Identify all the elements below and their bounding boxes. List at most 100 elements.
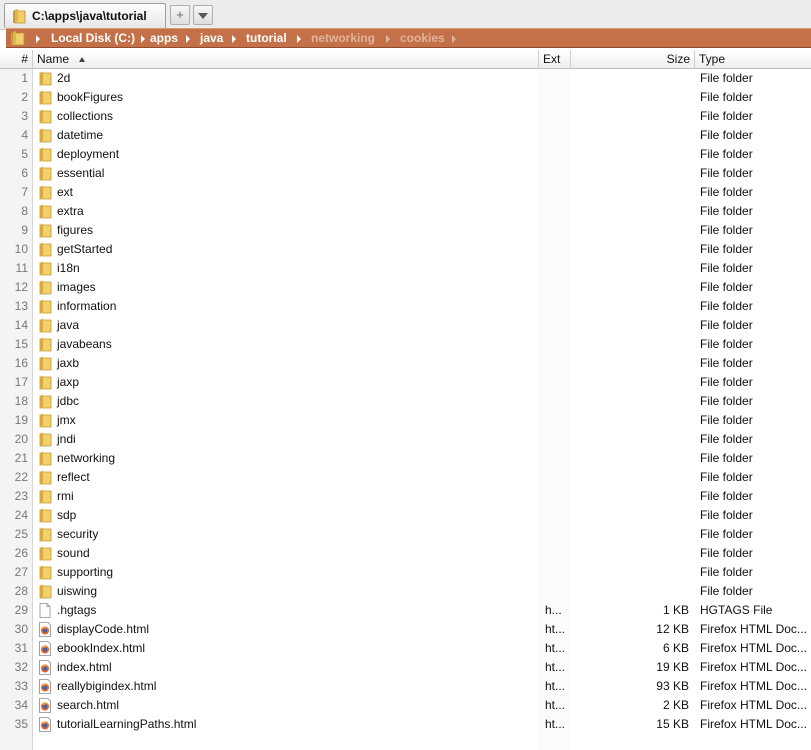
file-name[interactable]: images xyxy=(57,278,96,297)
table-row[interactable]: 26 sound File folder xyxy=(0,544,811,563)
column-header-ext[interactable]: Ext xyxy=(539,50,571,69)
table-row[interactable]: 35 tutorialLearningPaths.html ht... 15 KB Fi… xyxy=(0,715,811,734)
table-row[interactable]: 28 uiswing File folder xyxy=(0,582,811,601)
table-row[interactable]: 16 jaxb File folder xyxy=(0,354,811,373)
breadcrumb-separator-icon[interactable] xyxy=(452,35,456,43)
table-row[interactable]: 8 extra File folder xyxy=(0,202,811,221)
table-row[interactable]: 1 2d File folder xyxy=(0,69,811,88)
file-name[interactable]: ext xyxy=(57,183,73,202)
file-name[interactable]: ebookIndex.html xyxy=(57,639,145,658)
column-header-size[interactable]: Size xyxy=(571,50,695,69)
file-name[interactable]: i18n xyxy=(57,259,80,278)
file-name[interactable]: .hgtags xyxy=(57,601,96,620)
table-row[interactable]: 21 networking File folder xyxy=(0,449,811,468)
file-name[interactable]: search.html xyxy=(57,696,119,715)
table-row[interactable]: 5 deployment File folder xyxy=(0,145,811,164)
table-row[interactable]: 29 .hgtags h... 1 KB HGTAGS File xyxy=(0,601,811,620)
file-name[interactable]: javabeans xyxy=(57,335,112,354)
file-name[interactable]: index.html xyxy=(57,658,112,677)
file-name[interactable]: sdp xyxy=(57,506,76,525)
file-name[interactable]: information xyxy=(57,297,116,316)
table-row[interactable]: 25 security File folder xyxy=(0,525,811,544)
file-type: File folder xyxy=(700,318,753,332)
file-name[interactable]: collections xyxy=(57,107,113,126)
table-row[interactable]: 3 collections File folder xyxy=(0,107,811,126)
table-row[interactable]: 11 i18n File folder xyxy=(0,259,811,278)
file-name[interactable]: jaxb xyxy=(57,354,79,373)
file-name[interactable]: rmi xyxy=(57,487,74,506)
file-name[interactable]: deployment xyxy=(57,145,119,164)
table-row[interactable]: 13 information File folder xyxy=(0,297,811,316)
table-row[interactable]: 15 javabeans File folder xyxy=(0,335,811,354)
file-name[interactable]: reallybigindex.html xyxy=(57,677,156,696)
tab-menu-button[interactable] xyxy=(193,5,213,25)
breadcrumb-item-apps[interactable]: apps xyxy=(150,31,178,45)
new-tab-button[interactable]: + xyxy=(170,5,190,25)
folder-icon xyxy=(38,337,52,352)
table-row[interactable]: 34 search.html ht... 2 KB Firefox HTML Doc..… xyxy=(0,696,811,715)
column-header-number[interactable]: # xyxy=(0,50,33,69)
file-name[interactable]: bookFigures xyxy=(57,88,123,107)
table-row[interactable]: 17 jaxp File folder xyxy=(0,373,811,392)
tab-current-folder[interactable]: C:\apps\java\tutorial xyxy=(4,3,166,28)
table-row[interactable]: 31 ebookIndex.html ht... 6 KB Firefox HTML D… xyxy=(0,639,811,658)
file-name[interactable]: tutorialLearningPaths.html xyxy=(57,715,196,734)
breadcrumb-item-networking[interactable]: networking xyxy=(311,31,375,45)
file-name[interactable]: reflect xyxy=(57,468,90,487)
file-name[interactable]: jaxp xyxy=(57,373,79,392)
table-row[interactable]: 24 sdp File folder xyxy=(0,506,811,525)
breadcrumb-separator-icon[interactable] xyxy=(386,35,390,43)
row-number: 33 xyxy=(14,679,28,693)
file-name[interactable]: jndi xyxy=(57,430,76,449)
breadcrumb-separator-icon[interactable] xyxy=(297,35,301,43)
file-name[interactable]: extra xyxy=(57,202,84,221)
breadcrumb-separator-icon[interactable] xyxy=(232,35,236,43)
file-name[interactable]: displayCode.html xyxy=(57,620,149,639)
file-ext: ht... xyxy=(545,679,566,693)
folder-icon xyxy=(38,223,52,238)
breadcrumb-separator-icon[interactable] xyxy=(186,35,190,43)
file-name[interactable]: supporting xyxy=(57,563,113,582)
breadcrumb-item-java[interactable]: java xyxy=(200,31,223,45)
file-name[interactable]: networking xyxy=(57,449,115,468)
column-header-type[interactable]: Type xyxy=(695,50,811,69)
breadcrumb-item-tutorial[interactable]: tutorial xyxy=(246,31,287,45)
table-row[interactable]: 6 essential File folder xyxy=(0,164,811,183)
table-row[interactable]: 20 jndi File folder xyxy=(0,430,811,449)
table-row[interactable]: 33 reallybigindex.html ht... 93 KB Firefox H… xyxy=(0,677,811,696)
table-row[interactable]: 32 index.html ht... 19 KB Firefox HTML Doc..… xyxy=(0,658,811,677)
file-name[interactable]: uiswing xyxy=(57,582,97,601)
breadcrumb-item-cookies[interactable]: cookies xyxy=(400,31,445,45)
table-row[interactable]: 22 reflect File folder xyxy=(0,468,811,487)
table-row[interactable]: 19 jmx File folder xyxy=(0,411,811,430)
file-name[interactable]: 2d xyxy=(57,69,70,88)
table-row[interactable]: 2 bookFigures File folder xyxy=(0,88,811,107)
table-row[interactable]: 30 displayCode.html ht... 12 KB Firefox HTML… xyxy=(0,620,811,639)
file-name[interactable]: jdbc xyxy=(57,392,79,411)
file-name[interactable]: datetime xyxy=(57,126,103,145)
file-name[interactable]: figures xyxy=(57,221,93,240)
table-row[interactable]: 27 supporting File folder xyxy=(0,563,811,582)
folder-icon xyxy=(38,413,52,428)
breadcrumb-separator-icon[interactable] xyxy=(36,35,40,43)
file-type: File folder xyxy=(700,280,753,294)
table-row[interactable]: 4 datetime File folder xyxy=(0,126,811,145)
folder-icon[interactable] xyxy=(10,30,26,49)
file-name[interactable]: essential xyxy=(57,164,104,183)
table-row[interactable]: 10 getStarted File folder xyxy=(0,240,811,259)
file-name[interactable]: getStarted xyxy=(57,240,112,259)
file-name[interactable]: java xyxy=(57,316,79,335)
table-row[interactable]: 9 figures File folder xyxy=(0,221,811,240)
file-name[interactable]: sound xyxy=(57,544,90,563)
folder-icon xyxy=(38,242,52,257)
table-row[interactable]: 18 jdbc File folder xyxy=(0,392,811,411)
file-name[interactable]: security xyxy=(57,525,98,544)
column-header-name[interactable]: Name xyxy=(33,50,539,69)
table-row[interactable]: 7 ext File folder xyxy=(0,183,811,202)
table-row[interactable]: 12 images File folder xyxy=(0,278,811,297)
breadcrumb-item-local-disk[interactable]: Local Disk (C:) xyxy=(51,31,135,45)
file-name[interactable]: jmx xyxy=(57,411,76,430)
breadcrumb-separator-icon[interactable] xyxy=(141,35,145,43)
table-row[interactable]: 23 rmi File folder xyxy=(0,487,811,506)
table-row[interactable]: 14 java File folder xyxy=(0,316,811,335)
